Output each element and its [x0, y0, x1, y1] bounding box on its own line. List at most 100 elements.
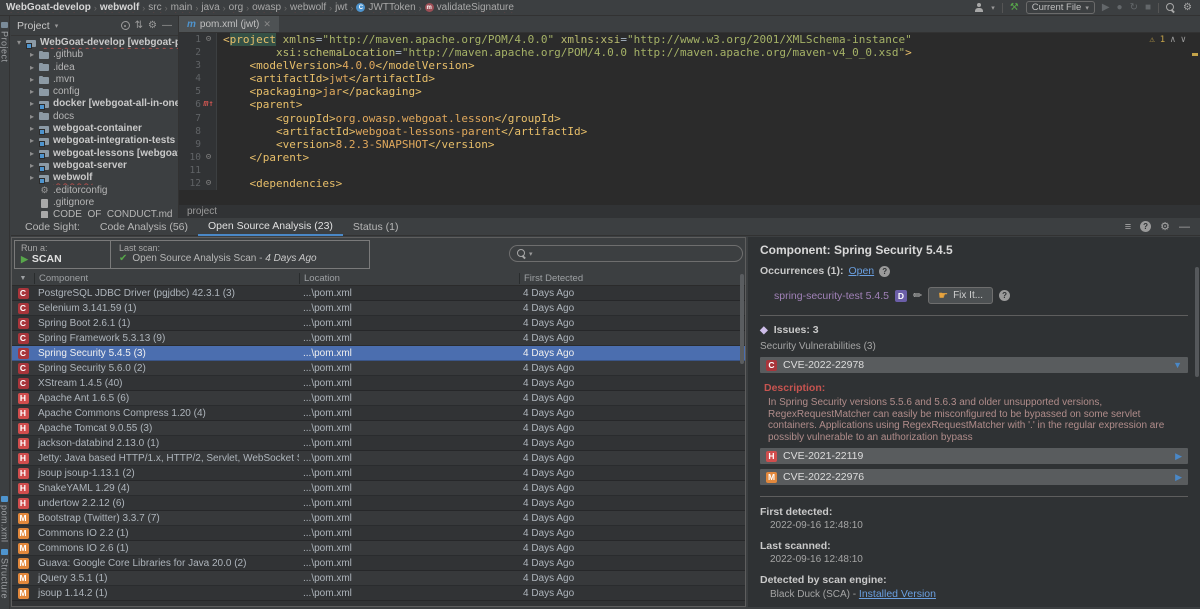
table-header[interactable]: ▼ Component Location First Detected — [12, 272, 745, 286]
table-row[interactable]: CPostgreSQL JDBC Driver (pgjdbc) 42.3.1 … — [12, 286, 745, 301]
breadcrumb-item[interactable]: main — [171, 2, 193, 13]
table-row[interactable]: MBootstrap (Twitter) 3.3.7 (7)...\pom.xm… — [12, 511, 745, 526]
artifact-name[interactable]: spring-security-test 5.4.5 — [774, 290, 889, 302]
tab-status-1[interactable]: Status (1) — [343, 218, 409, 236]
scrollbar[interactable] — [740, 274, 744, 364]
table-row[interactable]: Hundertow 2.2.12 (6)...\pom.xml4 Days Ag… — [12, 496, 745, 511]
scan-button[interactable]: ▶ SCAN — [21, 253, 104, 265]
tree-item[interactable]: ▸config — [11, 86, 178, 98]
help-icon[interactable]: ? — [879, 266, 890, 277]
prev-issue-icon[interactable]: ∧ — [1170, 35, 1175, 45]
tab-code-sight[interactable]: Code Sight: — [15, 218, 90, 236]
table-row[interactable]: HApache Ant 1.6.5 (6)...\pom.xml4 Days A… — [12, 391, 745, 406]
help-icon[interactable]: ? — [1140, 221, 1151, 232]
tree-item[interactable]: ▸docs — [11, 111, 178, 123]
tree-item[interactable]: ▸.github — [11, 49, 178, 61]
table-row[interactable]: MGuava: Google Core Libraries for Java 2… — [12, 556, 745, 571]
table-row[interactable]: HApache Tomcat 9.0.55 (3)...\pom.xml4 Da… — [12, 421, 745, 436]
breadcrumb-item[interactable]: webwolf — [100, 2, 139, 13]
table-row[interactable]: CSpring Boot 2.6.1 (1)...\pom.xml4 Days … — [12, 316, 745, 331]
tree-item[interactable]: ▸.mvn — [11, 74, 178, 86]
filter-search-box[interactable]: ▾ — [509, 245, 743, 262]
table-row[interactable]: HApache Commons Compress 1.20 (4)...\pom… — [12, 406, 745, 421]
tree-item[interactable]: ▾WebGoat-develop [webgoat-parent] — [11, 37, 178, 49]
table-row[interactable]: HJetty: Java based HTTP/1.x, HTTP/2, Ser… — [12, 451, 745, 466]
tab-open-source-analysis-23[interactable]: Open Source Analysis (23) — [198, 218, 343, 236]
debug-button[interactable]: ● — [1117, 3, 1123, 13]
installed-version-link[interactable]: Installed Version — [859, 588, 936, 600]
column-component[interactable]: Component — [34, 273, 299, 284]
user-icon[interactable] — [974, 3, 984, 13]
search-icon[interactable] — [1166, 3, 1176, 13]
table-row[interactable]: CSpring Security 5.6.0 (2)...\pom.xml4 D… — [12, 361, 745, 376]
table-row[interactable]: CSpring Framework 5.3.13 (9)...\pom.xml4… — [12, 331, 745, 346]
hide-panel-icon[interactable]: — — [162, 20, 172, 31]
tool-window-tab-project[interactable]: Project — [0, 22, 10, 63]
editor-tab-pom-xml[interactable]: m pom.xml (jwt) ✕ — [179, 16, 279, 32]
tree-item[interactable]: ▸.idea — [11, 62, 178, 74]
table-row[interactable]: CXStream 1.4.5 (40)...\pom.xml4 Days Ago — [12, 376, 745, 391]
table-row[interactable]: CSelenium 3.141.59 (1)...\pom.xml4 Days … — [12, 301, 745, 316]
code-area[interactable]: ⚠ 1 ∧ ∨ 1⊝<project xmlns="http://maven.a… — [179, 33, 1200, 204]
build-hammer-icon[interactable]: ⚒ — [1010, 3, 1019, 13]
tree-item[interactable]: ▸docker [webgoat-all-in-one-docke — [11, 98, 178, 110]
tree-item[interactable]: ⚙.editorconfig — [11, 185, 178, 197]
options-menu-icon[interactable]: ≡ — [1125, 222, 1131, 232]
tool-window-tab-pom-xml[interactable]: pom.xml — [0, 496, 10, 543]
tab-code-analysis-56[interactable]: Code Analysis (56) — [90, 218, 198, 236]
cve-row[interactable]: CCVE-2022-22978▼ — [760, 357, 1188, 373]
help-icon[interactable]: ? — [999, 290, 1010, 301]
rerun-button[interactable]: ↻ — [1130, 3, 1138, 13]
cve-row[interactable]: HCVE-2021-22119▶ — [760, 448, 1188, 464]
locate-file-icon[interactable] — [121, 21, 130, 30]
tree-item[interactable]: ▸webwolf — [11, 172, 178, 184]
project-panel-title[interactable]: Project — [17, 20, 50, 32]
breadcrumb-item[interactable]: src — [148, 2, 161, 13]
table-row[interactable]: MCommons IO 2.2 (1)...\pom.xml4 Days Ago — [12, 526, 745, 541]
breadcrumb-item[interactable]: owasp — [252, 2, 281, 13]
stop-button[interactable]: ■ — [1145, 3, 1151, 13]
edit-pencil-icon[interactable]: ✏ — [913, 289, 922, 302]
panel-settings-gear-icon[interactable]: ⚙ — [148, 20, 157, 31]
next-issue-icon[interactable]: ∨ — [1181, 35, 1186, 45]
editor-breadcrumb-item[interactable]: project — [187, 206, 217, 217]
table-row[interactable]: Hjackson-databind 2.13.0 (1)...\pom.xml4… — [12, 436, 745, 451]
run-button[interactable]: ▶ — [1102, 3, 1110, 13]
breadcrumb-item[interactable]: webwolf — [290, 2, 326, 13]
breadcrumb-item[interactable]: org — [229, 2, 243, 13]
scrollbar[interactable] — [1195, 267, 1199, 377]
expand-icon[interactable]: ▶ — [1175, 451, 1182, 462]
breadcrumb-item[interactable]: jwt — [335, 2, 347, 13]
table-row[interactable]: MjQuery 3.5.1 (1)...\pom.xml4 Days Ago — [12, 571, 745, 586]
collapse-all-icon[interactable]: ⇅ — [135, 20, 143, 31]
breadcrumb-item[interactable]: validateSignature — [437, 2, 514, 13]
table-row[interactable]: Hjsoup jsoup-1.13.1 (2)...\pom.xml4 Days… — [12, 466, 745, 481]
expand-icon[interactable]: ▶ — [1175, 472, 1182, 483]
tree-item[interactable]: ▸webgoat-server — [11, 160, 178, 172]
settings-gear-icon[interactable]: ⚙ — [1183, 3, 1192, 13]
table-row[interactable]: CSpring Security 5.4.5 (3)...\pom.xml4 D… — [12, 346, 745, 361]
breadcrumb-item[interactable]: WebGoat-develop — [6, 2, 91, 13]
chevron-down-icon[interactable]: ▾ — [55, 22, 59, 30]
tree-item[interactable]: ▸webgoat-integration-tests — [11, 135, 178, 147]
tool-window-tab-structure[interactable]: Structure — [0, 549, 10, 599]
column-first-detected[interactable]: First Detected — [519, 273, 745, 284]
minimize-icon[interactable]: — — [1179, 222, 1190, 232]
breadcrumb-item[interactable]: JWTToken — [368, 2, 415, 13]
open-link[interactable]: Open — [848, 265, 874, 277]
run-config-selector[interactable]: Current File ▾ — [1026, 1, 1095, 14]
table-row[interactable]: MCommons IO 2.6 (1)...\pom.xml4 Days Ago — [12, 541, 745, 556]
search-input[interactable] — [535, 248, 735, 259]
editor-breadcrumb[interactable]: project — [179, 204, 1200, 218]
collapse-icon[interactable]: ▼ — [1173, 360, 1182, 370]
close-icon[interactable]: ✕ — [263, 19, 271, 30]
sort-arrow-icon[interactable]: ▼ — [12, 275, 34, 282]
table-row[interactable]: HSnakeYAML 1.29 (4)...\pom.xml4 Days Ago — [12, 481, 745, 496]
tree-item[interactable]: .gitignore — [11, 197, 178, 209]
table-row[interactable]: Mjsoup 1.14.2 (1)...\pom.xml4 Days Ago — [12, 586, 745, 601]
tree-item[interactable]: ▸webgoat-container — [11, 123, 178, 135]
breadcrumb-item[interactable]: java — [201, 2, 219, 13]
tree-item[interactable]: ▸webgoat-lessons [webgoat-lessons — [11, 148, 178, 160]
fix-it-button[interactable]: ☛ Fix It... — [928, 287, 993, 304]
cve-row[interactable]: MCVE-2022-22976▶ — [760, 469, 1188, 485]
